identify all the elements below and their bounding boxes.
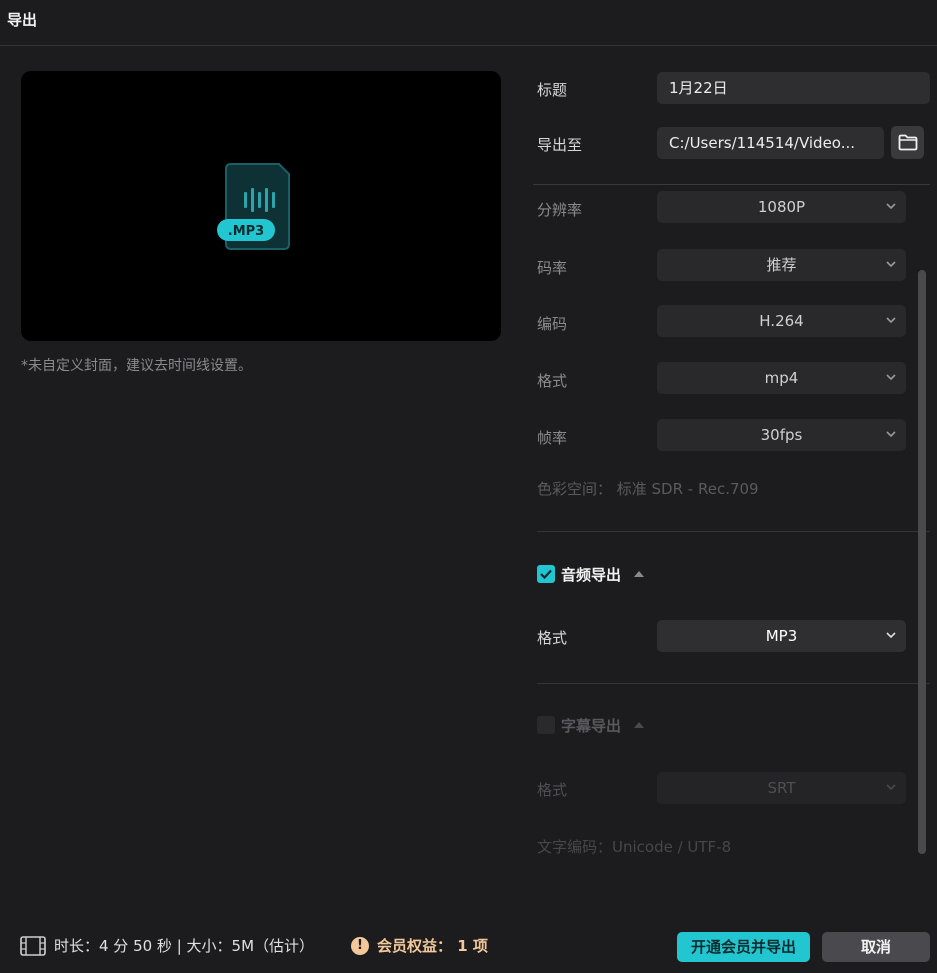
- file-badge-text: .MP3: [228, 224, 264, 239]
- resolution-select[interactable]: 1080P: [657, 191, 906, 223]
- subtitle-format-value: SRT: [767, 779, 796, 797]
- framerate-value: 30fps: [760, 426, 803, 444]
- settings-scrollbar[interactable]: [918, 270, 926, 854]
- chevron-down-icon: [886, 261, 896, 268]
- chevron-down-icon: [886, 431, 896, 438]
- resolution-value: 1080P: [757, 198, 806, 216]
- colorspace-text: 色彩空间： 标准 SDR - Rec.709: [537, 480, 759, 498]
- video-format-select[interactable]: mp4: [657, 362, 906, 394]
- subtitle-format-label: 格式: [537, 781, 568, 799]
- export-path-input[interactable]: C:/Users/114514/Video...: [657, 127, 884, 159]
- vip-export-button[interactable]: 开通会员并导出: [677, 932, 810, 962]
- video-format-value: mp4: [764, 369, 799, 387]
- video-format-label: 格式: [537, 372, 568, 390]
- chevron-down-icon: [886, 203, 896, 210]
- audio-export-checkbox[interactable]: [537, 565, 555, 583]
- vip-benefits: 会员权益： 1 项: [377, 935, 488, 956]
- subtitle-format-select[interactable]: SRT: [657, 772, 906, 804]
- framerate-label: 帧率: [537, 429, 568, 447]
- codec-select[interactable]: H.264: [657, 305, 906, 337]
- alert-icon: !: [351, 937, 369, 955]
- audio-format-label: 格式: [537, 629, 568, 647]
- duration-size-info: 时长：4 分 50 秒 | 大小：5M（估计）: [54, 937, 315, 955]
- vip-label: 会员权益：: [377, 937, 453, 955]
- check-icon: [540, 569, 552, 580]
- audio-format-value: MP3: [765, 627, 798, 645]
- subtitle-export-checkbox[interactable]: [537, 716, 555, 734]
- bitrate-select[interactable]: 推荐: [657, 249, 906, 281]
- chevron-down-icon: [886, 632, 896, 639]
- codec-value: H.264: [759, 312, 804, 330]
- collapse-caret-icon[interactable]: [634, 722, 644, 728]
- chevron-down-icon: [886, 374, 896, 381]
- bitrate-value: 推荐: [766, 256, 797, 274]
- bitrate-label: 码率: [537, 259, 568, 277]
- codec-label: 编码: [537, 315, 568, 333]
- dialog-title: 导出: [7, 11, 38, 29]
- cover-note: *未自定义封面，建议去时间线设置。: [21, 358, 252, 374]
- subtitle-encoding-text: 文字编码：Unicode / UTF-8: [537, 838, 732, 856]
- subtitle-export-title: 字幕导出: [561, 717, 622, 735]
- audio-export-title: 音频导出: [561, 566, 622, 584]
- vip-count: 1 项: [457, 937, 488, 955]
- film-icon: [20, 936, 46, 956]
- chevron-down-icon: [886, 784, 896, 791]
- export-dialog: 导出 .MP3 *未自定义封面，建议去时间线设置。 标题 1月22日 导出至 C…: [0, 0, 937, 973]
- title-bar: 导出: [0, 0, 937, 46]
- cancel-button[interactable]: 取消: [822, 932, 930, 962]
- collapse-caret-icon[interactable]: [634, 571, 644, 577]
- browse-folder-button[interactable]: [891, 126, 924, 159]
- title-label: 标题: [537, 81, 568, 99]
- cover-preview: .MP3: [21, 71, 501, 341]
- resolution-label: 分辨率: [537, 201, 583, 219]
- section-divider: [537, 531, 930, 532]
- chevron-down-icon: [886, 317, 896, 324]
- settings-divider-top: [533, 184, 930, 185]
- panel-mask: [530, 160, 937, 184]
- framerate-select[interactable]: 30fps: [657, 419, 906, 451]
- title-input[interactable]: 1月22日: [657, 72, 930, 104]
- folder-icon: [898, 134, 918, 151]
- audio-format-select[interactable]: MP3: [657, 620, 906, 652]
- export-to-label: 导出至: [537, 136, 583, 154]
- mp3-file-icon: .MP3: [217, 163, 290, 250]
- section-divider: [537, 683, 930, 684]
